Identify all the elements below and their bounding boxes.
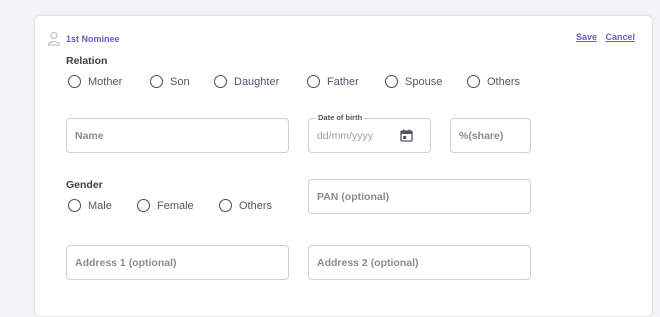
radio-circle-icon: [150, 75, 163, 88]
radio-label: Female: [157, 199, 194, 212]
radio-circle-icon: [307, 75, 320, 88]
radio-label: Male: [88, 199, 112, 212]
dob-label: Date of birth: [316, 113, 365, 122]
radio-label: Others: [239, 199, 273, 212]
nominee-title: 1st Nominee: [66, 34, 120, 44]
radio-circle-icon: [68, 199, 81, 212]
relation-option-daughter[interactable]: Daughter: [214, 75, 279, 88]
relation-option-father[interactable]: Father: [307, 75, 359, 88]
radio-label: Daughter: [234, 75, 280, 88]
share-placeholder: %(share): [459, 129, 504, 142]
save-link[interactable]: Save: [576, 32, 597, 42]
radio-circle-icon: [214, 75, 227, 88]
radio-circle-icon: [385, 75, 398, 88]
name-field[interactable]: Name: [66, 118, 289, 153]
radio-circle-icon: [219, 199, 232, 212]
radio-label: Son: [170, 75, 190, 88]
relation-option-spouse[interactable]: Spouse: [385, 75, 442, 88]
dob-placeholder: dd/mm/yyyy: [317, 129, 374, 142]
address1-placeholder: Address 1 (optional): [75, 256, 177, 269]
radio-label: Father: [327, 75, 359, 88]
gender-label: Gender: [66, 179, 103, 191]
relation-option-others[interactable]: Others: [467, 75, 520, 88]
address1-field[interactable]: Address 1 (optional): [66, 245, 289, 280]
pan-placeholder: PAN (optional): [317, 190, 390, 203]
name-placeholder: Name: [75, 129, 104, 142]
gender-option-male[interactable]: Male: [68, 199, 112, 212]
address2-field[interactable]: Address 2 (optional): [308, 245, 531, 280]
share-field[interactable]: %(share): [450, 118, 531, 153]
pan-field[interactable]: PAN (optional): [308, 179, 531, 214]
dob-field[interactable]: Date of birth dd/mm/yyyy: [308, 113, 431, 153]
gender-option-female[interactable]: Female: [137, 199, 194, 212]
radio-circle-icon: [137, 199, 150, 212]
address2-placeholder: Address 2 (optional): [317, 256, 419, 269]
radio-circle-icon: [68, 75, 81, 88]
relation-option-mother[interactable]: Mother: [68, 75, 122, 88]
radio-label: Mother: [88, 75, 123, 88]
cancel-link[interactable]: Cancel: [605, 32, 635, 42]
gender-option-others[interactable]: Others: [219, 199, 272, 212]
relation-label: Relation: [66, 55, 108, 67]
radio-label: Others: [487, 75, 521, 88]
relation-option-son[interactable]: Son: [150, 75, 190, 88]
header-actions: Save Cancel: [570, 32, 635, 42]
user-icon: [47, 31, 61, 46]
radio-circle-icon: [467, 75, 480, 88]
radio-label: Spouse: [405, 75, 443, 88]
calendar-icon[interactable]: [400, 129, 413, 142]
